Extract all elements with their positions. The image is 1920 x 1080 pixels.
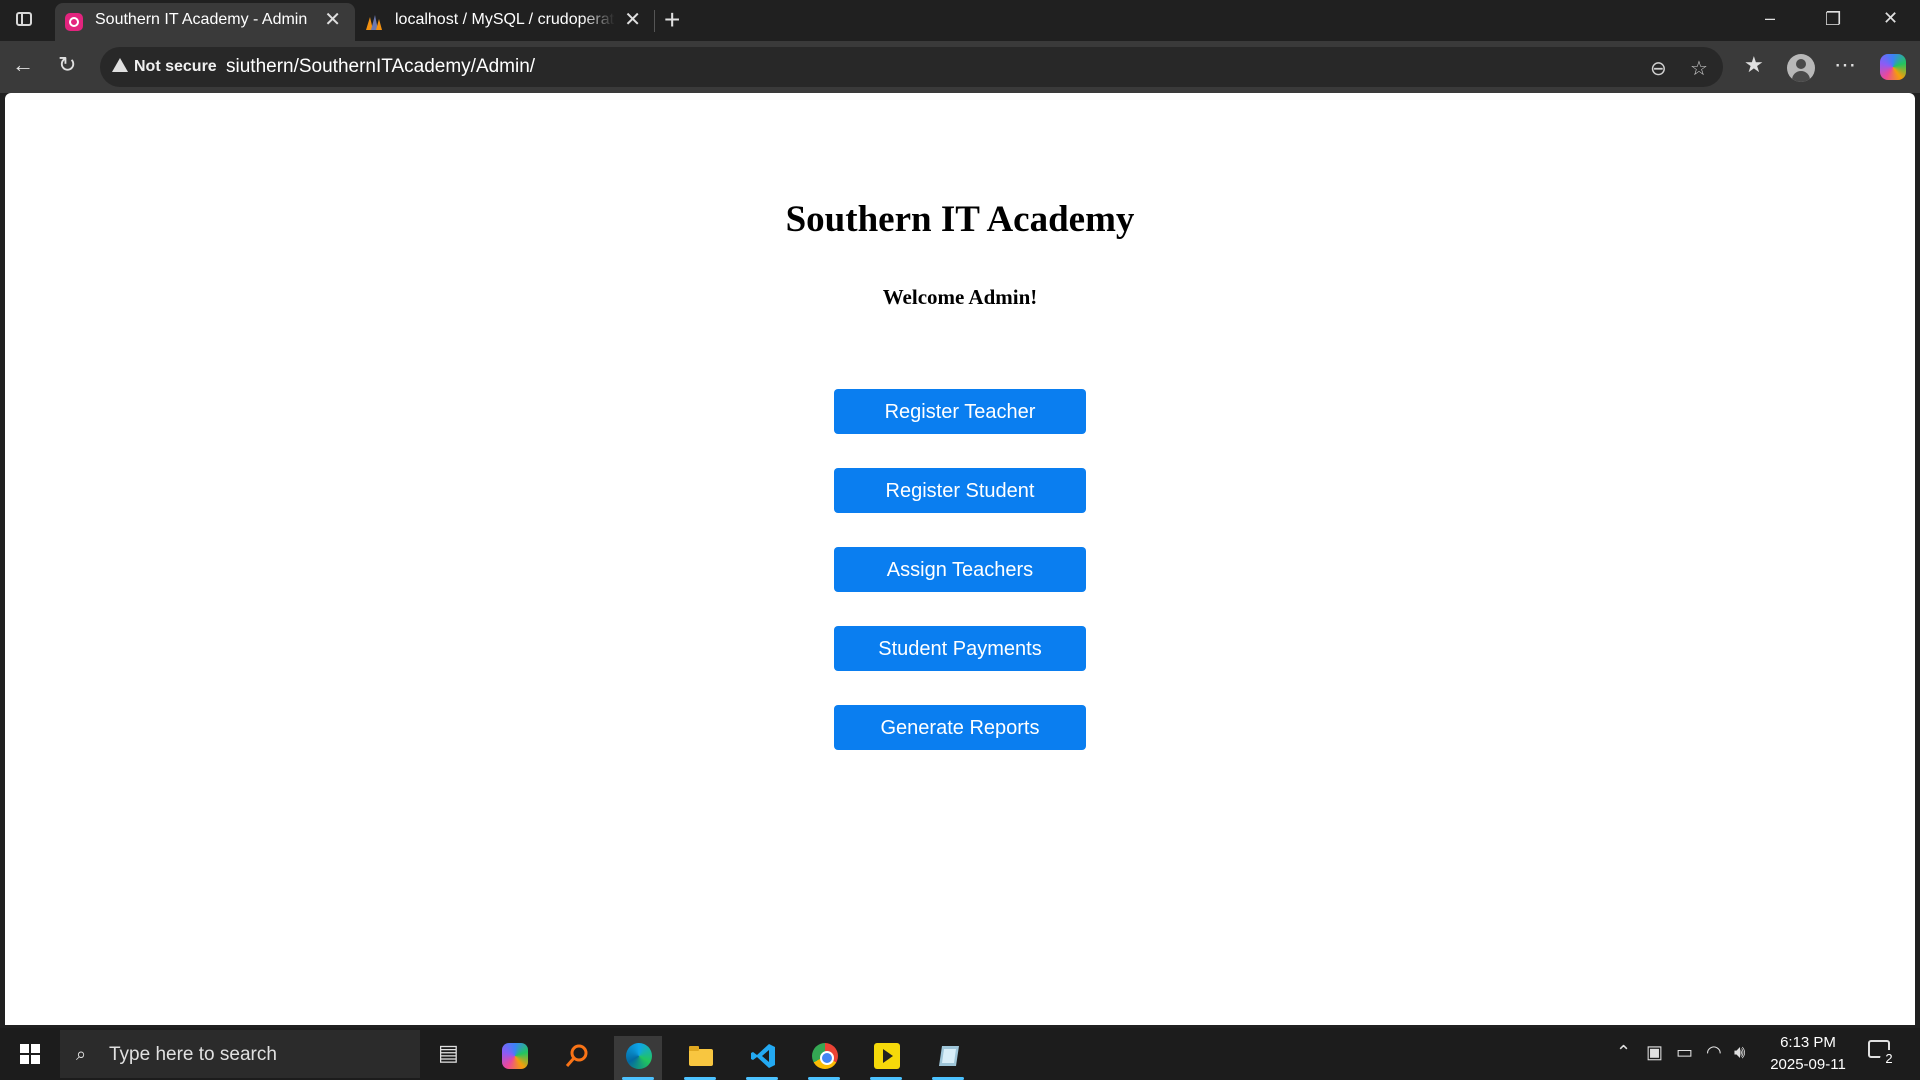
close-tab-icon[interactable]: ✕	[324, 10, 341, 30]
notes-icon[interactable]	[924, 1036, 972, 1080]
copilot-icon[interactable]	[1880, 54, 1906, 80]
tab-strip: Southern IT Academy - Admin ✕ localhost …	[0, 0, 1920, 41]
tab-title: Southern IT Academy - Admin	[95, 11, 308, 28]
favorite-star-icon[interactable]: ☆	[1690, 56, 1708, 81]
chrome-icon[interactable]	[800, 1036, 848, 1080]
security-tray-icon[interactable]: ▣	[1646, 1042, 1663, 1063]
clock-time: 6:13 PM	[1780, 1034, 1836, 1051]
notification-center-icon[interactable]: 2	[1868, 1040, 1898, 1068]
search-placeholder[interactable]: Type here to search	[109, 1044, 277, 1066]
site-favicon-icon	[65, 13, 83, 31]
browser-toolbar: ← ↻ Not secure siuthern/SouthernITAcadem…	[0, 41, 1920, 93]
copilot-app-icon[interactable]	[490, 1036, 538, 1080]
close-window-icon[interactable]: ✕	[1883, 8, 1898, 29]
tab-title: localhost / MySQL / crudoperations	[395, 11, 615, 28]
edge-icon[interactable]	[614, 1036, 662, 1080]
task-view-icon[interactable]: ▤	[438, 1040, 459, 1066]
tab-southern-it-academy[interactable]: Southern IT Academy - Admin ✕	[55, 3, 355, 41]
security-label[interactable]: Not secure	[134, 58, 217, 76]
warning-icon	[112, 58, 128, 72]
page-title: Southern IT Academy	[785, 199, 1135, 240]
generate-reports-button[interactable]: Generate Reports	[834, 705, 1086, 750]
battery-icon[interactable]: ▭	[1676, 1042, 1693, 1063]
favorites-icon[interactable]: ★	[1744, 53, 1764, 77]
taskbar: ⌕ Type here to search ▤ ⌃ ▣ ▭ ◠ 🔊︎ 6:13 …	[0, 1028, 1920, 1080]
show-hidden-icons-icon[interactable]: ⌃	[1616, 1042, 1631, 1063]
search-icon: ⌕	[76, 1044, 87, 1064]
clock-date: 2025-09-11	[1770, 1056, 1846, 1073]
taskbar-search[interactable]: ⌕ Type here to search	[60, 1030, 420, 1078]
vscode-icon[interactable]	[738, 1036, 786, 1080]
wifi-icon[interactable]: ◠	[1706, 1042, 1722, 1063]
notification-count: 2	[1880, 1050, 1898, 1068]
back-icon[interactable]: ←	[12, 53, 34, 77]
register-teacher-button[interactable]: Register Teacher	[834, 389, 1086, 434]
zoom-icon[interactable]: ⊖	[1650, 56, 1667, 81]
new-tab-icon[interactable]: +	[664, 5, 680, 35]
address-bar[interactable]: Not secure siuthern/SouthernITAcademy/Ad…	[100, 47, 1723, 87]
tab-phpmyadmin[interactable]: localhost / MySQL / crudoperations ✕	[355, 3, 655, 41]
phpmyadmin-favicon-icon	[366, 15, 382, 30]
windows-start-icon[interactable]	[20, 1044, 40, 1064]
volume-icon[interactable]: 🔊︎	[1734, 1042, 1745, 1063]
search-app-icon[interactable]	[552, 1036, 600, 1080]
register-student-button[interactable]: Register Student	[834, 468, 1086, 513]
refresh-icon[interactable]: ↻	[58, 53, 76, 77]
student-payments-button[interactable]: Student Payments	[834, 626, 1086, 671]
profile-avatar-icon[interactable]	[1787, 54, 1815, 82]
close-tab-icon[interactable]: ✕	[624, 10, 641, 30]
url-text[interactable]: siuthern/SouthernITAcademy/Admin/	[226, 56, 535, 78]
page-viewport: Southern IT Academy Welcome Admin! Regis…	[5, 93, 1915, 1025]
welcome-message: Welcome Admin!	[882, 285, 1038, 309]
minimize-icon[interactable]: –	[1765, 8, 1775, 29]
more-options-icon[interactable]: ⋯	[1834, 53, 1856, 77]
player-icon[interactable]	[862, 1036, 910, 1080]
restore-icon[interactable]: ❐	[1825, 9, 1841, 30]
system-clock[interactable]: 6:13 PM 2025-09-11	[1758, 1032, 1858, 1076]
file-explorer-icon[interactable]	[676, 1036, 724, 1080]
tab-actions-icon[interactable]	[14, 10, 36, 30]
tab-divider	[654, 10, 655, 32]
assign-teachers-button[interactable]: Assign Teachers	[834, 547, 1086, 592]
